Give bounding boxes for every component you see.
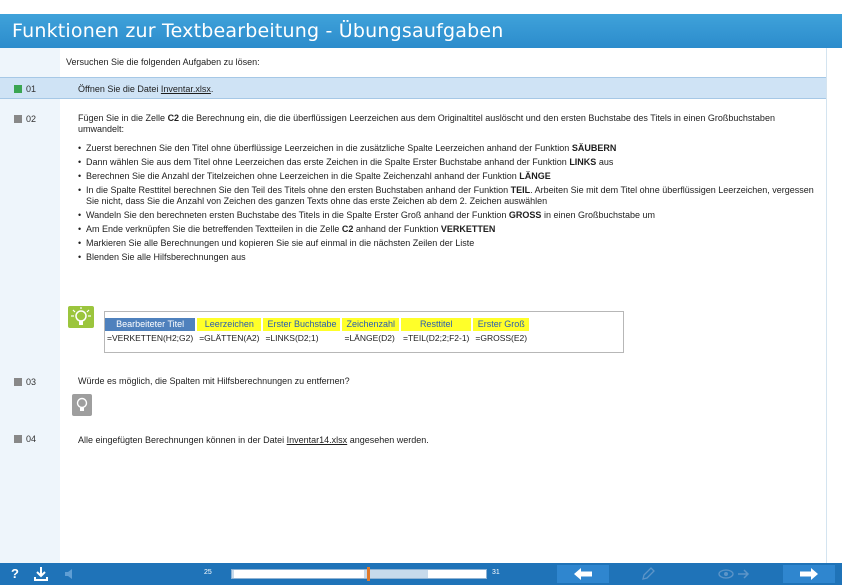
task-04-badge[interactable]: 04 (14, 432, 48, 445)
app-window: Funktionen zur Textbearbeitung - Übungsa… (0, 0, 842, 585)
function-name: GROSS (508, 210, 542, 220)
column-header: Bearbeiteter Titel (105, 318, 196, 331)
column-header: Leerzeichen (197, 318, 262, 331)
list-item: Wandeln Sie den berechneten ersten Buchs… (78, 210, 818, 221)
bullet-text: Berechnen Sie die Anzahl der Titelzeiche… (86, 171, 520, 181)
instruction-list: Zuerst berechnen Sie den Titel ohne über… (78, 143, 818, 263)
table-column: Resttitel =TEIL(D2;2;F2-1) (401, 318, 472, 345)
view-forward-icon[interactable] (718, 566, 752, 582)
list-item: Dann wählen Sie aus dem Titel ohne Leerz… (78, 157, 818, 168)
help-icon[interactable]: ? (8, 566, 22, 582)
table-column: Bearbeiteter Titel =VERKETTEN(H2;G2) (105, 318, 196, 345)
formula-cell: =TEIL(D2;2;F2-1) (403, 333, 470, 343)
formula-cell: =GROSS(E2) (475, 333, 528, 343)
intro-text: Versuchen Sie die folgenden Aufgaben zu … (66, 57, 260, 67)
task-02-badge[interactable]: 02 (14, 112, 48, 125)
status-square-icon (14, 377, 22, 386)
cell-ref: C2 (341, 224, 354, 234)
hint-lightbulb-icon[interactable] (72, 394, 92, 416)
download-icon[interactable] (32, 566, 50, 582)
bullet-text: Am Ende verknüpfen Sie die betreffenden … (86, 224, 342, 234)
bullet-text-end: aus (596, 157, 614, 167)
list-item: Markieren Sie alle Berechnungen und kopi… (78, 238, 818, 249)
progress-segment (234, 570, 364, 578)
list-item: Am Ende verknüpfen Sie die betreffenden … (78, 224, 818, 235)
column-header: Erster Groß (473, 318, 530, 331)
bullet-text: In die Spalte Resttitel berechnen Sie de… (86, 185, 511, 195)
task-01-end: . (210, 84, 214, 94)
title-bar: Funktionen zur Textbearbeitung - Übungsa… (0, 14, 842, 48)
function-name: VERKETTEN (440, 224, 496, 234)
bullet-text: Markieren Sie alle Berechnungen und kopi… (86, 238, 475, 248)
bullet-text-end: in einen Großbuchstabe um (541, 210, 656, 220)
column-header: Erster Buchstabe (263, 318, 341, 331)
list-item: Blenden Sie alle Hilfsberechnungen aus (78, 252, 818, 263)
column-header: Zeichenzahl (342, 318, 400, 331)
progress-marker[interactable] (367, 567, 370, 581)
bullet-text: Wandeln Sie den berechneten ersten Buchs… (86, 210, 509, 220)
table-column: Erster Groß =GROSS(E2) (473, 318, 530, 345)
task-04-label: Alle eingefügten Berechnungen können in … (78, 435, 287, 445)
list-item: In die Spalte Resttitel berechnen Sie de… (78, 185, 818, 207)
task-04-end: angesehen werden. (347, 435, 429, 445)
task-01-label: Öffnen Sie die Datei (78, 84, 161, 94)
lightbulb-icon[interactable] (68, 306, 94, 328)
formula-cell: =VERKETTEN(H2;G2) (107, 333, 194, 343)
bullet-text: Zuerst berechnen Sie den Titel ohne über… (86, 143, 572, 153)
task-02-part-a: Fügen Sie in die Zelle (78, 113, 168, 123)
left-margin (0, 48, 60, 563)
bullet-text-mid: anhand der Funktion (353, 224, 441, 234)
table-column: Erster Buchstabe =LINKS(D2;1) (263, 318, 341, 345)
page-start-label: 25 (204, 569, 212, 576)
inventar14-link[interactable]: Inventar14.xlsx (287, 435, 348, 445)
top-strip (0, 0, 842, 14)
column-header: Resttitel (401, 318, 472, 331)
status-square-icon (14, 434, 22, 443)
task-number: 03 (26, 376, 37, 387)
function-name: TEIL (510, 185, 531, 195)
list-item: Zuerst berechnen Sie den Titel ohne über… (78, 143, 818, 154)
task-03-text: Würde es möglich, die Spalten mit Hilfsb… (78, 376, 350, 386)
pen-icon[interactable] (640, 566, 656, 582)
status-square-icon (14, 114, 22, 123)
table-column: Zeichenzahl =LÄNGE(D2) (342, 318, 400, 345)
task-03-badge[interactable]: 03 (14, 375, 48, 388)
next-button[interactable] (783, 565, 835, 583)
example-solution-box: Bearbeiteter Titel =VERKETTEN(H2;G2) Lee… (104, 311, 624, 353)
progress-bar[interactable] (231, 567, 487, 581)
task-02-text: Fügen Sie in die Zelle C2 die Berechnung… (78, 113, 816, 135)
task-01-text: Öffnen Sie die Datei Inventar.xlsx. (78, 84, 213, 95)
bullet-text: Blenden Sie alle Hilfsberechnungen aus (86, 252, 246, 262)
formula-cell: =GLÄTTEN(A2) (199, 333, 260, 343)
page-title: Funktionen zur Textbearbeitung - Übungsa… (12, 20, 504, 42)
formula-cell: =LÄNGE(D2) (344, 333, 395, 343)
inventar-link[interactable]: Inventar.xlsx (161, 84, 211, 94)
table-column: Leerzeichen =GLÄTTEN(A2) (197, 318, 262, 345)
task-01-badge[interactable]: 01 (14, 82, 48, 95)
previous-button[interactable] (557, 565, 609, 583)
footer-toolbar: ? 25 31 (0, 563, 842, 585)
page-end-label: 31 (492, 569, 500, 576)
progress-segment (428, 570, 486, 578)
task-04-text: Alle eingefügten Berechnungen können in … (78, 435, 429, 446)
function-name: LÄNGE (519, 171, 551, 181)
task-02-cell: C2 (167, 113, 180, 123)
function-name: SÄUBERN (571, 143, 617, 153)
audio-icon[interactable] (62, 566, 78, 582)
bullet-text: Dann wählen Sie aus dem Titel ohne Leerz… (86, 157, 570, 167)
task-number: 04 (26, 433, 37, 444)
task-number: 01 (26, 83, 37, 94)
task-number: 02 (26, 113, 37, 124)
status-square-icon (14, 84, 22, 93)
scrollbar[interactable] (826, 48, 842, 563)
example-table: Bearbeiteter Titel =VERKETTEN(H2;G2) Lee… (105, 318, 531, 345)
task-02-part-c: die Berechnung ein, die die überflüssige… (78, 113, 775, 134)
formula-cell: =LINKS(D2;1) (265, 333, 319, 343)
list-item: Berechnen Sie die Anzahl der Titelzeiche… (78, 171, 818, 182)
function-name: LINKS (569, 157, 597, 167)
